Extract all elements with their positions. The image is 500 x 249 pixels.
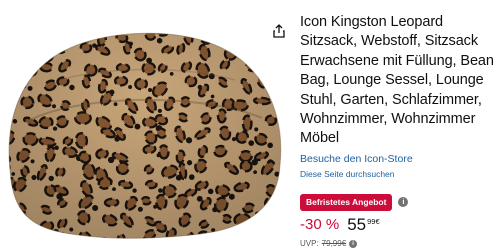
share-button[interactable] bbox=[268, 20, 290, 42]
product-image[interactable] bbox=[0, 0, 292, 242]
price-whole: 55 bbox=[347, 214, 367, 234]
price-row: -30 % 55 99€ bbox=[300, 214, 498, 234]
price-fraction: 99€ bbox=[367, 216, 380, 226]
store-link[interactable]: Besuche den Icon-Store bbox=[300, 153, 498, 166]
uvp-row: UVP: 79,99€ i bbox=[300, 239, 498, 249]
search-page-link[interactable]: Diese Seite durchsuchen bbox=[300, 169, 498, 180]
discount-percent: -30 % bbox=[300, 215, 340, 233]
uvp-value: 79,99€ bbox=[321, 238, 347, 248]
deal-info-icon[interactable]: i bbox=[398, 197, 409, 208]
product-info: Icon Kingston Leopard Sitzsack, Webstoff… bbox=[300, 13, 498, 249]
deal-badge: Befristetes Angebot bbox=[300, 193, 393, 211]
uvp-label: UVP: bbox=[300, 238, 319, 248]
share-icon bbox=[273, 24, 285, 38]
deal-row: Befristetes Angebot i bbox=[300, 193, 498, 211]
product-title: Icon Kingston Leopard Sitzsack, Webstoff… bbox=[300, 14, 494, 147]
bean-bag-image bbox=[8, 32, 282, 239]
uvp-info-icon[interactable]: i bbox=[349, 239, 358, 248]
